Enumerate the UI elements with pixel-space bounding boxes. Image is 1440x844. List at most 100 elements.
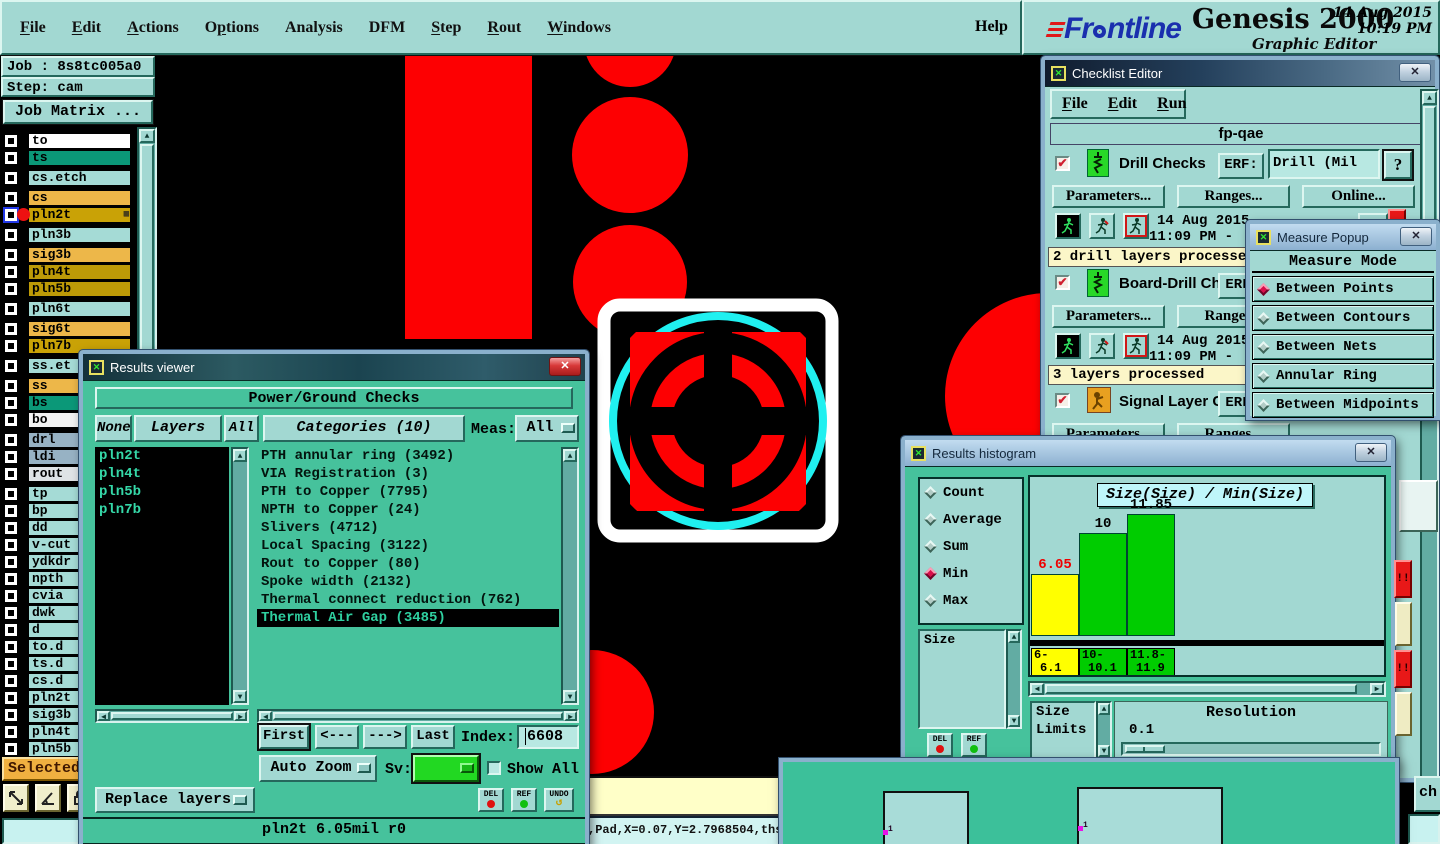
results-layer-item[interactable]: pln5b xyxy=(95,483,229,501)
resolution-slider[interactable] xyxy=(1121,742,1381,756)
limits-list-item[interactable]: Limits xyxy=(1032,721,1094,739)
h-scrollbar[interactable]: ◀ ▶ xyxy=(257,709,579,723)
job-matrix-button[interactable]: Job Matrix ... xyxy=(3,100,153,124)
results-layer-item[interactable]: pln4t xyxy=(95,465,229,483)
layer-checkbox[interactable] xyxy=(5,624,17,636)
categories-header-button[interactable]: Categories (10) xyxy=(263,415,465,442)
scroll-left-icon[interactable]: ◀ xyxy=(1030,683,1044,695)
category-item[interactable]: Spoke width (2132) xyxy=(257,573,559,591)
menu-item[interactable]: Options xyxy=(205,19,259,37)
layer-checkbox[interactable] xyxy=(5,468,17,480)
scroll-down-icon[interactable]: ▼ xyxy=(1098,745,1110,757)
layer-row[interactable]: cs.etch ▦ xyxy=(0,170,137,186)
check-enabled-checkbox[interactable]: ✔ xyxy=(1055,156,1070,171)
filter-all-button[interactable]: All xyxy=(224,415,259,442)
category-item[interactable]: PTH to Copper (7795) xyxy=(257,483,559,501)
check-action-button[interactable]: Parameters... xyxy=(1052,305,1165,328)
layer-name[interactable]: cs xyxy=(28,190,131,206)
scroll-right-icon[interactable]: ▶ xyxy=(564,711,577,722)
field-list-item[interactable]: Size xyxy=(920,631,1004,649)
layer-checkbox[interactable] xyxy=(5,360,17,372)
layer-checkbox[interactable] xyxy=(5,209,17,221)
scroll-down-icon[interactable]: ▼ xyxy=(1008,715,1020,727)
layer-checkbox[interactable] xyxy=(5,414,17,426)
menu-item[interactable]: Analysis xyxy=(285,19,343,37)
last-button[interactable]: Last xyxy=(411,725,455,749)
stat-mode-option[interactable]: Average xyxy=(920,506,1022,533)
layer-name[interactable]: to xyxy=(28,133,131,149)
layer-row[interactable]: cs ▦ xyxy=(0,190,137,206)
layer-name[interactable]: ts xyxy=(28,150,131,166)
layer-name[interactable]: pln3b xyxy=(28,227,131,243)
category-item[interactable]: Local Spacing (3122) xyxy=(257,537,559,555)
next-button[interactable]: ---> xyxy=(363,725,407,749)
ref-button[interactable]: REF xyxy=(511,788,537,812)
layer-checkbox[interactable] xyxy=(5,709,17,721)
check-action-button[interactable]: Parameters... xyxy=(1052,185,1165,208)
layer-checkbox[interactable] xyxy=(5,522,17,534)
scroll-left-icon[interactable]: ◀ xyxy=(97,711,110,722)
layer-checkbox[interactable] xyxy=(5,397,17,409)
measure-mode-option[interactable]: Between Nets xyxy=(1252,334,1434,360)
runner-icon[interactable] xyxy=(1123,213,1149,239)
scroll-down-icon[interactable]: ▼ xyxy=(233,690,247,703)
limits-list-item[interactable]: Size xyxy=(1032,703,1094,721)
menu-item[interactable]: Actions xyxy=(127,19,179,37)
category-item[interactable]: Thermal Air Gap (3485) xyxy=(257,609,559,627)
layer-checkbox[interactable] xyxy=(5,539,17,551)
layer-checkbox[interactable] xyxy=(5,692,17,704)
scroll-up-icon[interactable]: ▲ xyxy=(1008,631,1020,643)
layer-checkbox[interactable] xyxy=(5,726,17,738)
scroll-up-icon[interactable]: ▲ xyxy=(139,129,155,143)
undo-button[interactable]: UNDO ↺ xyxy=(544,788,574,812)
layer-checkbox[interactable] xyxy=(5,340,17,352)
measure-mode-option[interactable]: Between Contours xyxy=(1252,305,1434,331)
layer-checkbox[interactable] xyxy=(5,488,17,500)
layer-checkbox[interactable] xyxy=(5,641,17,653)
results-viewer-title-bar[interactable]: ✕ Results viewer ✕ xyxy=(83,354,585,380)
layer-name[interactable]: cs.etch xyxy=(28,170,131,186)
category-item[interactable]: Rout to Copper (80) xyxy=(257,555,559,573)
check-enabled-checkbox[interactable]: ✔ xyxy=(1055,393,1070,408)
first-button[interactable]: First xyxy=(259,725,309,749)
layer-checkbox[interactable] xyxy=(5,743,17,755)
runner-icon[interactable] xyxy=(1089,213,1115,239)
category-item[interactable]: VIA Registration (3) xyxy=(257,465,559,483)
check-action-button[interactable]: Online... xyxy=(1302,185,1415,208)
histogram-title-bar[interactable]: ✕ Results histogram ✕ xyxy=(905,440,1391,466)
menu-item[interactable]: Edit xyxy=(1108,95,1137,113)
index-field[interactable]: 6608 xyxy=(517,725,579,749)
check-action-button[interactable]: Ranges... xyxy=(1177,185,1290,208)
h-scrollbar[interactable]: ◀ ▶ xyxy=(95,709,249,723)
prev-button[interactable]: <--- xyxy=(315,725,359,749)
menu-item[interactable]: DFM xyxy=(369,19,405,37)
layer-name[interactable]: sig3b xyxy=(28,247,131,263)
measure-tool-button[interactable] xyxy=(3,784,29,812)
category-item[interactable]: PTH annular ring (3492) xyxy=(257,447,559,465)
measure-mode-option[interactable]: Between Points xyxy=(1252,276,1434,302)
layer-checkbox[interactable] xyxy=(5,607,17,619)
close-icon[interactable]: ✕ xyxy=(1355,443,1387,462)
layer-name[interactable]: pln4t xyxy=(28,264,131,280)
layer-checkbox[interactable] xyxy=(5,323,17,335)
category-item[interactable]: Slivers (4712) xyxy=(257,519,559,537)
menu-item[interactable]: Rout xyxy=(487,19,521,37)
layer-name[interactable]: pln2t xyxy=(28,207,131,223)
menu-item[interactable]: File xyxy=(20,19,46,37)
layer-checkbox[interactable] xyxy=(5,556,17,568)
layer-checkbox[interactable] xyxy=(5,658,17,670)
check-enabled-checkbox[interactable]: ✔ xyxy=(1055,275,1070,290)
layer-name[interactable]: sig6t xyxy=(28,321,131,337)
layer-row[interactable]: pln2t ▦ xyxy=(0,207,137,223)
layer-checkbox[interactable] xyxy=(5,573,17,585)
layer-row[interactable]: pln5b ▦ xyxy=(0,281,137,297)
layer-row[interactable]: to ▦ xyxy=(0,133,137,149)
layer-checkbox[interactable] xyxy=(5,434,17,446)
layer-checkbox[interactable] xyxy=(5,675,17,687)
results-layer-item[interactable]: pln7b xyxy=(95,501,229,519)
layer-row[interactable]: sig3b ▦ xyxy=(0,247,137,263)
scroll-thumb[interactable] xyxy=(111,712,233,720)
layer-row[interactable]: pln3b ▦ xyxy=(0,227,137,243)
angle-tool-button[interactable] xyxy=(35,784,61,812)
layer-checkbox[interactable] xyxy=(5,172,17,184)
